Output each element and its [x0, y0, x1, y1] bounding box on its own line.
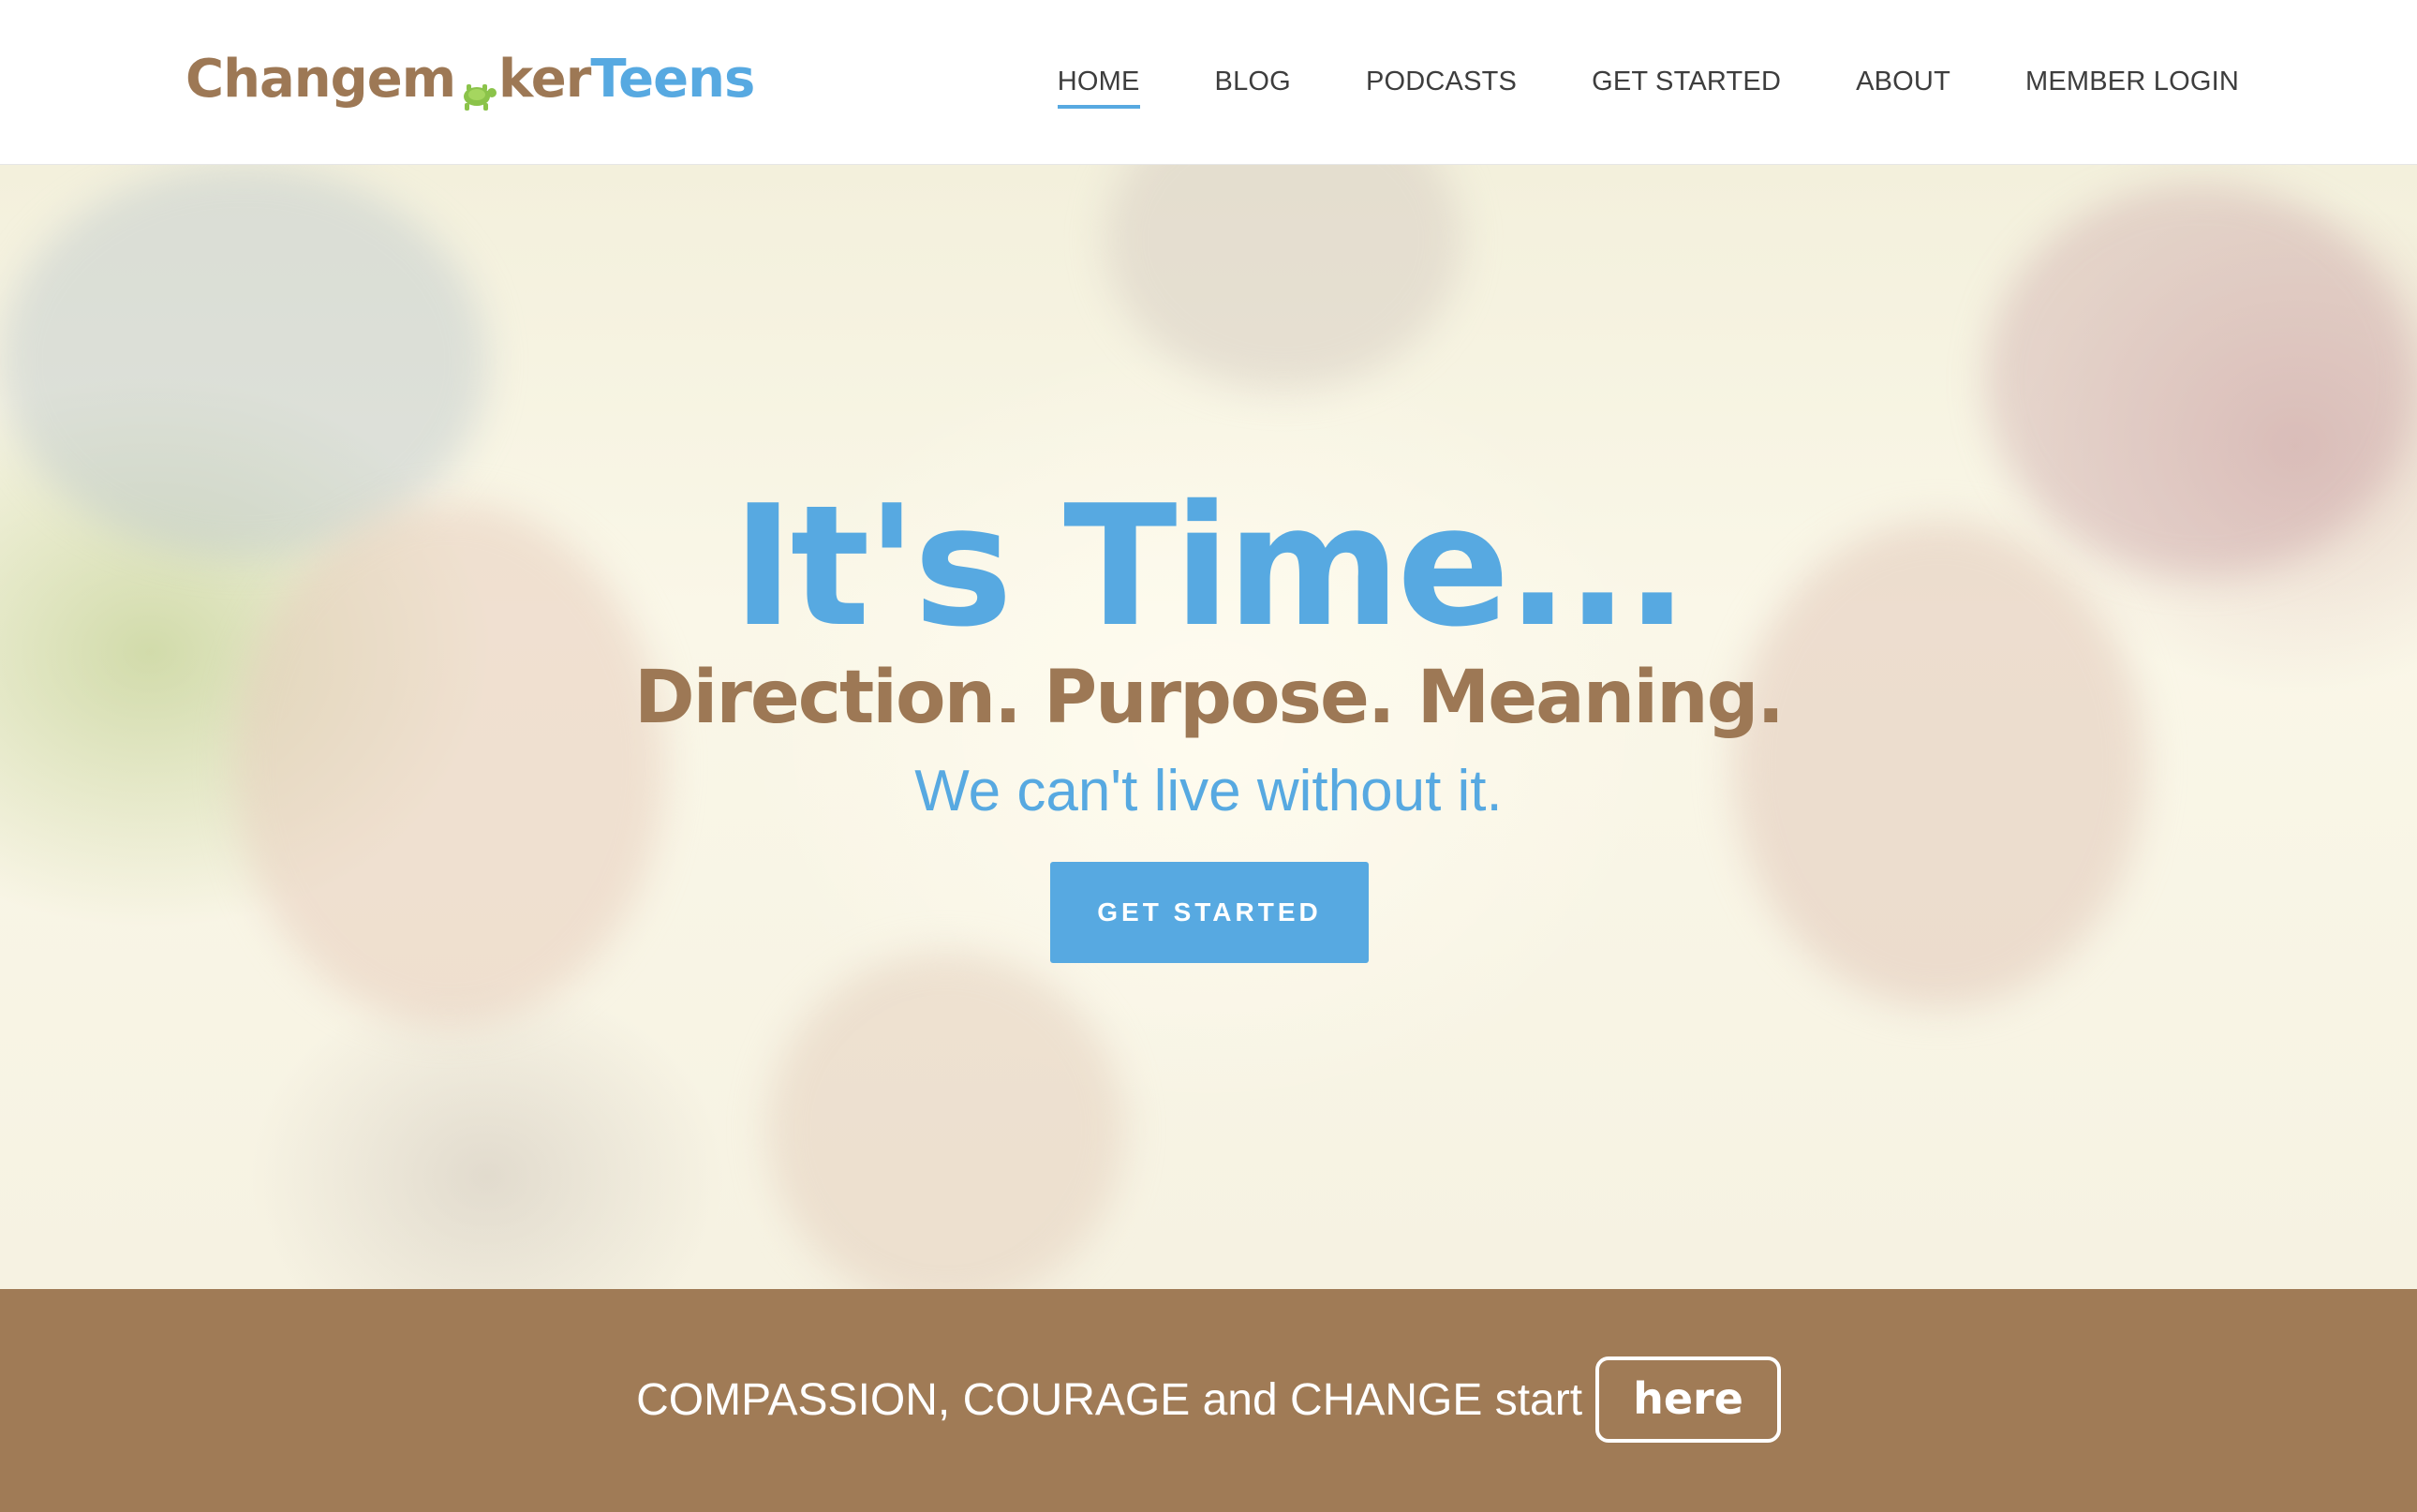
get-started-button[interactable]: GET STARTED — [1050, 862, 1369, 963]
nav-item-podcasts[interactable]: PODCASTS — [1366, 67, 1517, 97]
hero-subtitle: Direction. Purpose. Meaning. — [633, 656, 1785, 740]
site-header: Changem ker Teens HOME BLOG PODCASTS GET S… — [0, 0, 2417, 165]
nav-item-about[interactable]: ABOUT — [1856, 67, 1950, 97]
nav-item-blog[interactable]: BLOG — [1215, 67, 1291, 97]
cta-banner-content: COMPASSION, COURAGE and CHANGE start her… — [0, 1356, 2417, 1443]
hero-section: It's Time... Direction. Purpose. Meaning… — [0, 165, 2417, 1289]
cta-banner-text: COMPASSION, COURAGE and CHANGE start — [636, 1374, 1583, 1425]
site-logo[interactable]: Changem ker Teens — [185, 41, 755, 116]
nav-item-home[interactable]: HOME — [1057, 67, 1140, 109]
nav-item-member-login[interactable]: MEMBER LOGIN — [2025, 67, 2239, 97]
logo-text-ker: ker — [498, 48, 591, 110]
main-nav: HOME BLOG PODCASTS GET STARTED ABOUT MEM… — [983, 0, 2239, 164]
cta-banner: COMPASSION, COURAGE and CHANGE start her… — [0, 1289, 2417, 1512]
hero-title: It's Time... — [732, 469, 1688, 663]
logo-text-changem: Changem — [185, 48, 456, 110]
logo-text-teens: Teens — [590, 48, 755, 110]
nav-item-get-started[interactable]: GET STARTED — [1592, 67, 1781, 97]
here-button[interactable]: here — [1595, 1356, 1781, 1443]
turtle-icon — [455, 66, 498, 111]
hero-tagline: We can't live without it. — [914, 759, 1503, 823]
